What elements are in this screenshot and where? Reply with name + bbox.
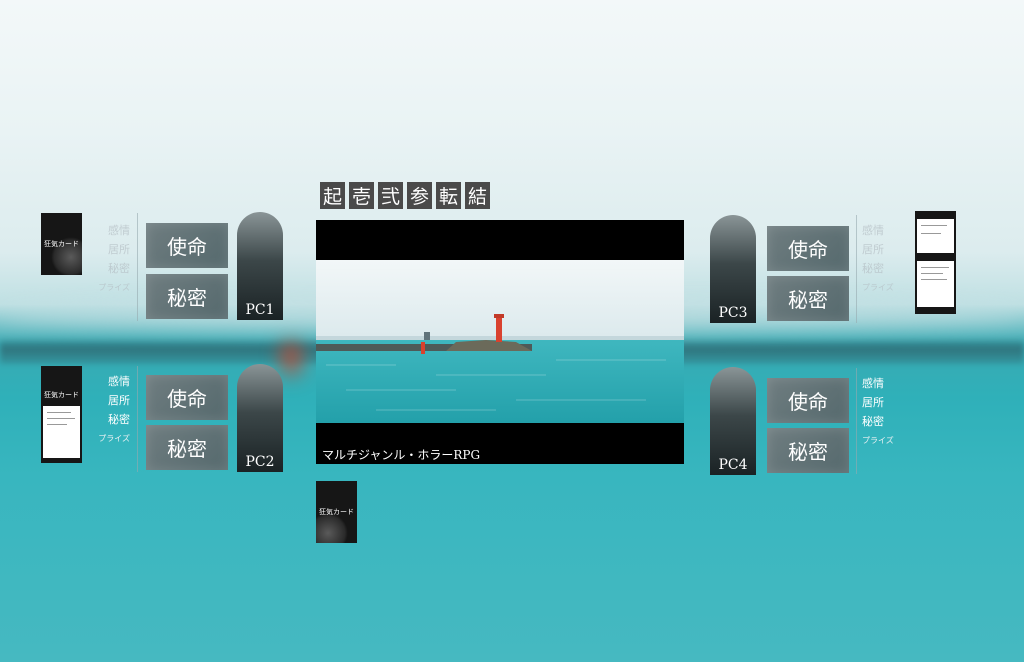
card-label: 狂気カード [44, 391, 79, 399]
card-smoke [316, 513, 348, 543]
insanity-card-deck[interactable]: 狂気カード [316, 481, 357, 543]
pc2-portrait[interactable]: PC2 [237, 364, 283, 472]
pc1-mission-button[interactable]: 使命 [146, 223, 228, 268]
title-char: 弐 [378, 182, 403, 209]
pc3-label: PC3 [718, 305, 748, 321]
divider [137, 366, 138, 472]
stat-secret[interactable]: 秘密 [86, 410, 130, 429]
pc3-mission-button[interactable]: 使命 [767, 226, 849, 271]
pc1-stat-list: 感情 居所 秘密 プライズ [86, 221, 130, 297]
stat-emotion[interactable]: 感情 [86, 221, 130, 240]
card-sheet [917, 219, 954, 253]
pc1-insanity-card[interactable]: 狂気カード [41, 213, 82, 275]
divider [856, 215, 857, 323]
stat-location[interactable]: 居所 [86, 391, 130, 410]
divider [856, 368, 857, 474]
divider [137, 213, 138, 321]
stat-emotion[interactable]: 感情 [862, 374, 906, 393]
pc3-portrait[interactable]: PC3 [710, 215, 756, 323]
pc2-insanity-card[interactable]: 狂気カード [41, 366, 82, 463]
pc4-mission-button[interactable]: 使命 [767, 378, 849, 423]
stat-prize[interactable]: プライズ [862, 278, 906, 297]
stat-secret[interactable]: 秘密 [862, 412, 906, 431]
card-sheet [917, 261, 954, 307]
stat-location[interactable]: 居所 [862, 393, 906, 412]
stat-emotion[interactable]: 感情 [862, 221, 906, 240]
main-banner: マルチジャンル・ホラーRPG [316, 220, 684, 464]
stat-location[interactable]: 居所 [86, 240, 130, 259]
stat-location[interactable]: 居所 [862, 240, 906, 259]
stat-secret[interactable]: 秘密 [862, 259, 906, 278]
banner-caption: マルチジャンル・ホラーRPG [322, 448, 481, 462]
pc4-portrait[interactable]: PC4 [710, 367, 756, 475]
scenario-title: 起 壱 弐 参 転 結 [320, 182, 490, 209]
pc2-label: PC2 [245, 454, 275, 470]
stat-secret[interactable]: 秘密 [86, 259, 130, 278]
card-label: 狂気カード [44, 240, 79, 248]
title-char: 壱 [349, 182, 374, 209]
pc1-secret-button[interactable]: 秘密 [146, 274, 228, 319]
stat-emotion[interactable]: 感情 [86, 372, 130, 391]
title-char: 起 [320, 182, 345, 209]
title-char: 参 [407, 182, 432, 209]
stat-prize[interactable]: プライズ [86, 278, 130, 297]
pc2-mission-button[interactable]: 使命 [146, 375, 228, 420]
stat-prize[interactable]: プライズ [86, 429, 130, 448]
pc2-stat-list: 感情 居所 秘密 プライズ [86, 372, 130, 448]
pc2-secret-button[interactable]: 秘密 [146, 425, 228, 470]
pc1-portrait[interactable]: PC1 [237, 212, 283, 320]
card-label: 狂気カード [319, 508, 354, 516]
title-char: 結 [465, 182, 490, 209]
pc3-stat-list: 感情 居所 秘密 プライズ [862, 221, 906, 297]
pc4-secret-button[interactable]: 秘密 [767, 428, 849, 473]
pc4-stat-list: 感情 居所 秘密 プライズ [862, 374, 906, 450]
lighthouse-scene-image [316, 260, 684, 423]
pc3-insanity-card[interactable] [915, 211, 956, 314]
stat-prize[interactable]: プライズ [862, 431, 906, 450]
pc1-label: PC1 [245, 302, 275, 318]
pc4-label: PC4 [718, 457, 748, 473]
card-sheet [43, 406, 80, 458]
title-char: 転 [436, 182, 461, 209]
pc3-secret-button[interactable]: 秘密 [767, 276, 849, 321]
background-buoy [282, 340, 300, 376]
